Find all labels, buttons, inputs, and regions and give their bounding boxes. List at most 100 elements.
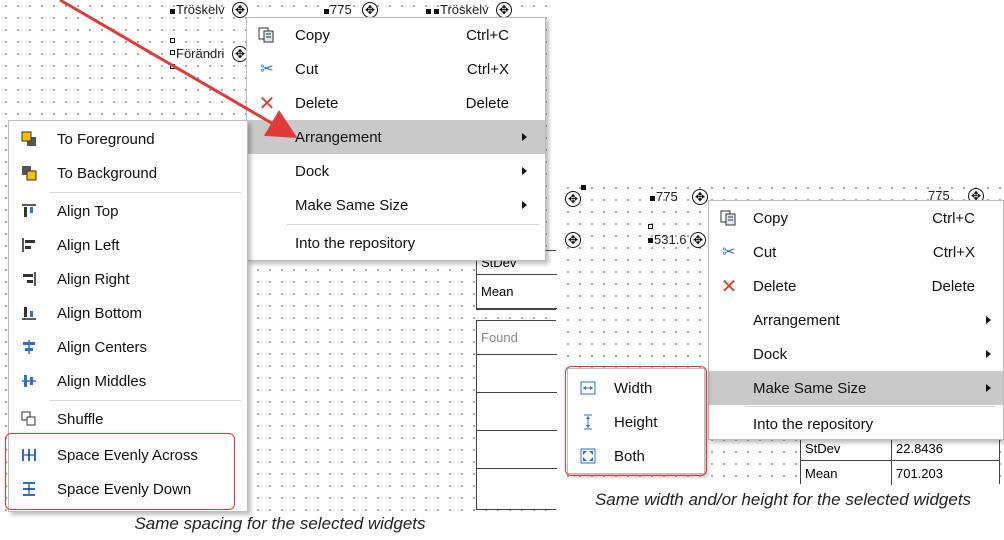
- caption-right: Same width and/or height for the selecte…: [594, 490, 972, 509]
- table-cell: Mean: [477, 275, 557, 309]
- table-cell: 701.203: [892, 461, 1000, 485]
- menu-shortcut: Ctrl+C: [466, 26, 509, 44]
- menu-separator: [49, 400, 241, 401]
- menu-item-align-centers[interactable]: Align Centers: [9, 330, 247, 364]
- caption-left: Same spacing for the selected widgets: [134, 514, 426, 533]
- value-widget[interactable]: 775: [330, 2, 352, 17]
- align-top-icon: [19, 201, 39, 221]
- menu-item-label: Into the repository: [753, 415, 874, 433]
- menu-item-copy[interactable]: Copy Ctrl+C: [709, 201, 1003, 235]
- menu-item-align-left[interactable]: Align Left: [9, 228, 247, 262]
- menu-item-into-repository[interactable]: Into the repository: [247, 226, 545, 260]
- menu-item-dock[interactable]: Dock: [709, 337, 1003, 371]
- selection-handle[interactable]: [581, 185, 586, 190]
- to-background-icon: [19, 163, 39, 183]
- delete-x-icon: ✕: [720, 275, 738, 298]
- menu-separator: [287, 224, 539, 225]
- move-icon[interactable]: ✥: [690, 232, 706, 248]
- table-cell: Mean: [801, 461, 891, 485]
- menu-item-delete[interactable]: ✕ Delete Delete: [247, 86, 545, 120]
- value-widget[interactable]: 775: [656, 189, 678, 204]
- menu-item-label: Align Bottom: [57, 304, 143, 322]
- table-cell-label: Mean: [481, 284, 514, 299]
- menu-item-label: Align Right: [57, 270, 130, 288]
- table-cell-value: 701.203: [896, 465, 943, 481]
- table-cell-label: Mean: [805, 465, 838, 481]
- menu-item-label: To Foreground: [57, 130, 155, 148]
- selection-handle[interactable]: [170, 9, 175, 14]
- threshold-label-widget[interactable]: Tröskelv: [440, 2, 489, 17]
- table-header: Found: [477, 321, 557, 355]
- selection-handle[interactable]: [426, 9, 431, 14]
- menu-item-label: To Background: [57, 164, 158, 182]
- table-cell-label: StDev: [805, 441, 841, 456]
- menu-item-label: Arrangement: [753, 311, 840, 329]
- scissors-icon: ✂: [260, 61, 274, 78]
- selection-handle[interactable]: [170, 64, 175, 69]
- menu-item-label: Cut: [295, 60, 319, 78]
- menu-item-make-same-size[interactable]: Make Same Size: [709, 371, 1003, 405]
- menu-shortcut: Delete: [931, 277, 975, 295]
- menu-item-into-repository[interactable]: Into the repository: [709, 407, 1003, 441]
- context-menu[interactable]: Copy Ctrl+C ✂ Cut Ctrl+X ✕ Delete Delete…: [246, 17, 546, 261]
- submenu-arrow-icon: [522, 133, 527, 141]
- menu-item-align-middles[interactable]: Align Middles: [9, 364, 247, 398]
- menu-item-cut[interactable]: ✂ Cut Ctrl+X: [709, 235, 1003, 269]
- submenu-arrow-icon: [522, 201, 527, 209]
- menu-item-label: Make Same Size: [295, 196, 409, 214]
- menu-item-dock[interactable]: Dock: [247, 154, 545, 188]
- change-label-widget[interactable]: Förändri: [176, 46, 224, 61]
- highlight-box: [5, 433, 235, 510]
- selection-handle[interactable]: [650, 196, 655, 201]
- move-icon[interactable]: ✥: [692, 189, 708, 205]
- align-centers-icon: [19, 337, 39, 357]
- context-menu[interactable]: Copy Ctrl+C ✂ Cut Ctrl+X ✕ Delete Delete…: [708, 200, 1004, 440]
- move-icon[interactable]: ✥: [362, 2, 378, 18]
- menu-item-arrangement[interactable]: Arrangement: [247, 120, 545, 154]
- copy-icon: [719, 208, 739, 228]
- menu-item-label: Align Middles: [57, 372, 147, 390]
- menu-item-label: Dock: [753, 345, 788, 363]
- menu-item-make-same-size[interactable]: Make Same Size: [247, 188, 545, 222]
- menu-item-delete[interactable]: ✕ Delete Delete: [709, 269, 1003, 303]
- threshold-label-widget[interactable]: Tröskelv: [176, 2, 225, 17]
- menu-item-to-background[interactable]: To Background: [9, 156, 247, 190]
- menu-item-label: Cut: [753, 243, 777, 261]
- menu-shortcut: Ctrl+C: [932, 209, 975, 227]
- menu-item-shuffle[interactable]: Shuffle: [9, 402, 247, 436]
- selection-handle[interactable]: [324, 9, 329, 14]
- table-cell-value: 22.8436: [896, 441, 943, 456]
- menu-item-label: Into the repository: [295, 234, 416, 252]
- move-icon[interactable]: ✥: [565, 232, 581, 248]
- menu-item-to-foreground[interactable]: To Foreground: [9, 122, 247, 156]
- menu-shortcut: Delete: [465, 94, 509, 112]
- menu-item-label: Copy: [753, 209, 789, 227]
- selection-handle[interactable]: [170, 38, 175, 43]
- selection-handle[interactable]: [648, 224, 653, 229]
- move-icon[interactable]: ✥: [496, 2, 512, 18]
- selection-handle[interactable]: [648, 238, 653, 243]
- submenu-arrow-icon: [986, 350, 991, 358]
- submenu-arrow-icon: [986, 316, 991, 324]
- selection-handle[interactable]: [434, 9, 439, 14]
- menu-item-align-top[interactable]: Align Top: [9, 194, 247, 228]
- menu-item-cut[interactable]: ✂ Cut Ctrl+X: [247, 52, 545, 86]
- move-icon[interactable]: ✥: [565, 191, 581, 207]
- value-widget[interactable]: 531.6: [654, 232, 687, 247]
- scissors-icon: ✂: [722, 244, 736, 261]
- align-left-icon: [19, 235, 39, 255]
- menu-item-copy[interactable]: Copy Ctrl+C: [247, 18, 545, 52]
- menu-item-label: Align Left: [57, 236, 120, 254]
- align-right-icon: [19, 269, 39, 289]
- menu-item-label: Delete: [753, 277, 797, 295]
- shuffle-icon: [19, 409, 39, 429]
- menu-item-align-right[interactable]: Align Right: [9, 262, 247, 296]
- move-icon[interactable]: ✥: [232, 2, 248, 18]
- menu-item-label: Dock: [295, 162, 330, 180]
- selection-handle[interactable]: [170, 50, 175, 55]
- menu-item-align-bottom[interactable]: Align Bottom: [9, 296, 247, 330]
- table-row: [477, 431, 557, 469]
- menu-item-arrangement[interactable]: Arrangement: [709, 303, 1003, 337]
- table-row: [477, 355, 557, 393]
- menu-item-label: Arrangement: [295, 128, 382, 146]
